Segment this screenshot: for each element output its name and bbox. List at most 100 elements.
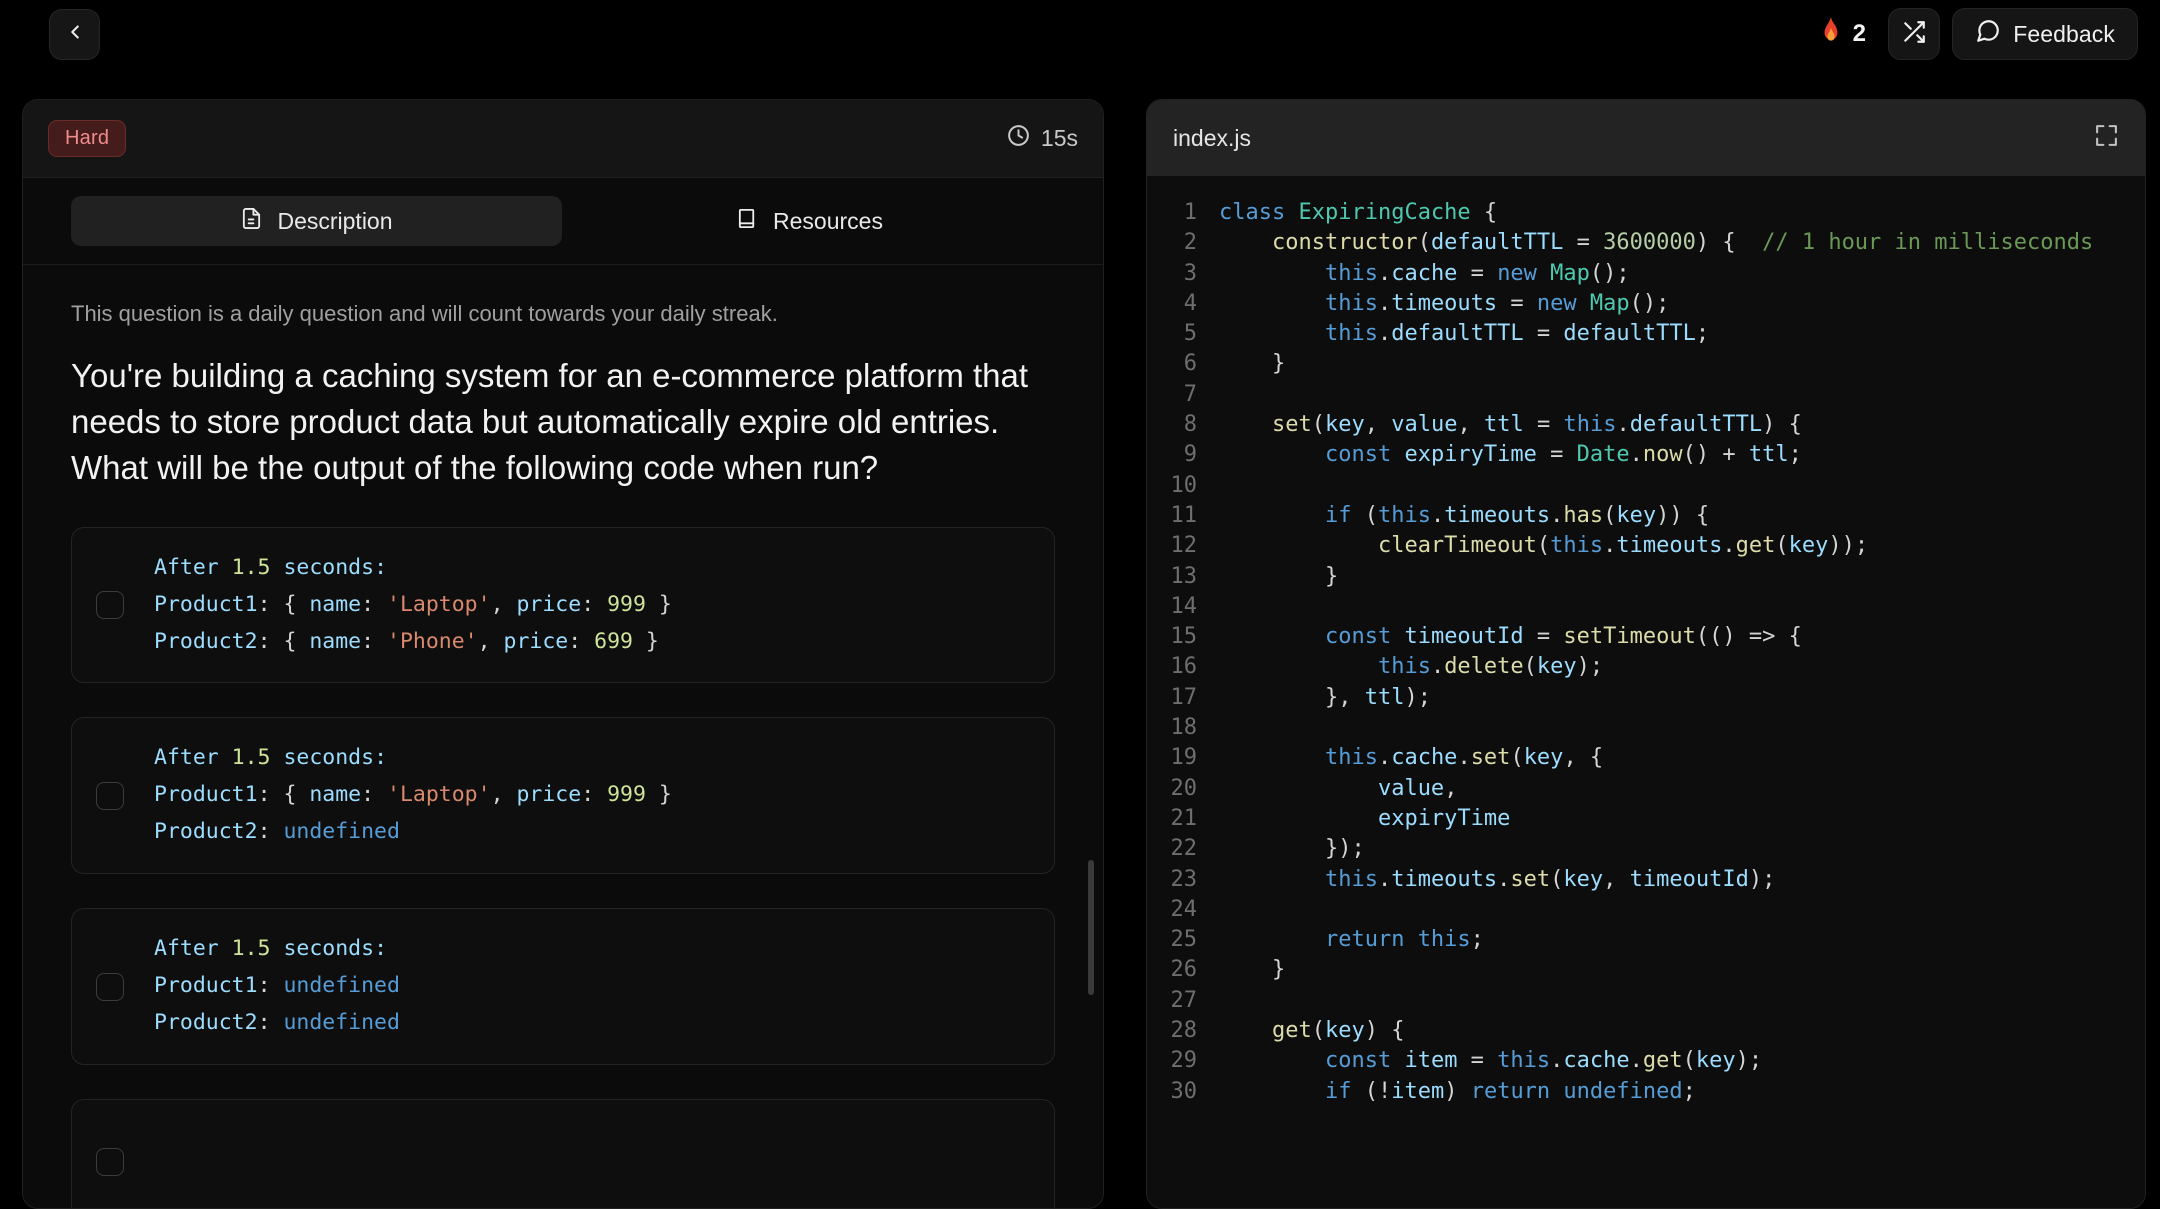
code-line-number: 2 bbox=[1183, 230, 1197, 256]
code-line-content: const item = this.cache.get(key); bbox=[1324, 1048, 1763, 1074]
code-line-number: 16 bbox=[1170, 654, 1198, 680]
code-line-number: 20 bbox=[1170, 775, 1198, 801]
code-line-number: 4 bbox=[1183, 290, 1197, 316]
code-line-content: } bbox=[1219, 351, 1286, 377]
code-line-number: 19 bbox=[1170, 745, 1198, 771]
question-panel: Hard 15s Description Resources This ques… bbox=[22, 99, 1104, 1209]
code-line-content: set(key, value, ttl = this.defaultTTL) { bbox=[1271, 412, 1802, 438]
book-icon bbox=[736, 207, 759, 236]
expand-icon[interactable] bbox=[2094, 123, 2119, 153]
code-line-content: const timeoutId = setTimeout(() => { bbox=[1324, 624, 1802, 650]
shuffle-button[interactable] bbox=[1888, 8, 1941, 60]
scrollbar-thumb[interactable] bbox=[1088, 860, 1094, 995]
top-bar: 2 Feedback bbox=[0, 0, 2160, 68]
feedback-button[interactable]: Feedback bbox=[1952, 8, 2138, 60]
question-tabs: Description Resources bbox=[23, 178, 1103, 264]
streak-indicator[interactable]: 2 bbox=[1808, 16, 1877, 52]
code-line: 26 } bbox=[1147, 955, 2145, 985]
code-line: 12 clearTimeout(this.timeouts.get(key)); bbox=[1147, 531, 2145, 561]
answer-option-checkbox[interactable] bbox=[96, 781, 124, 810]
answer-option[interactable]: After 1.5 seconds: Product1: { name: 'Lap… bbox=[71, 717, 1055, 875]
code-line: 20 value, bbox=[1147, 774, 2145, 804]
code-filename: index.js bbox=[1173, 124, 1251, 151]
answer-option[interactable] bbox=[71, 1099, 1055, 1208]
code-line-content: expiryTime bbox=[1377, 805, 1511, 831]
question-scrollbar[interactable] bbox=[1085, 100, 1097, 1208]
code-line: 30 if (!item) return undefined; bbox=[1147, 1077, 2145, 1107]
question-header: Hard 15s bbox=[23, 100, 1103, 178]
code-line-number: 5 bbox=[1183, 321, 1197, 347]
code-line-number: 6 bbox=[1183, 351, 1197, 377]
code-line-number: 10 bbox=[1170, 472, 1198, 498]
difficulty-badge: Hard bbox=[48, 120, 127, 157]
answer-option-checkbox[interactable] bbox=[96, 591, 124, 620]
code-line: 10 bbox=[1147, 471, 2145, 501]
code-line-content: value, bbox=[1377, 775, 1458, 801]
answer-option-checkbox[interactable] bbox=[96, 1147, 124, 1176]
code-line: 6 } bbox=[1147, 349, 2145, 379]
back-button[interactable] bbox=[49, 9, 100, 60]
answer-option[interactable]: After 1.5 seconds: Product1: { name: 'Lap… bbox=[71, 526, 1055, 684]
tab-description[interactable]: Description bbox=[71, 196, 562, 246]
code-line-content: this.timeouts.set(key, timeoutId); bbox=[1324, 866, 1776, 892]
code-line-number: 12 bbox=[1170, 533, 1198, 559]
code-line-number: 15 bbox=[1170, 624, 1198, 650]
code-line-content: }, ttl); bbox=[1219, 684, 1431, 710]
code-line-content: constructor(defaultTTL = 3600000) { // 1… bbox=[1271, 230, 2094, 256]
code-line-content bbox=[1219, 895, 1232, 925]
timer-value: 15s bbox=[1040, 125, 1078, 151]
code-line: 7 bbox=[1147, 380, 2145, 410]
code-line-number: 17 bbox=[1170, 684, 1198, 710]
code-line: 18 bbox=[1147, 713, 2145, 743]
code-line: 17 }, ttl); bbox=[1147, 683, 2145, 713]
top-bar-actions: 2 Feedback bbox=[1808, 0, 2138, 68]
code-line-content: class ExpiringCache { bbox=[1219, 200, 1498, 225]
answer-option-text: After 1.5 seconds: Product1: undefined Pro… bbox=[154, 936, 400, 1036]
code-line: 22 }); bbox=[1147, 834, 2145, 864]
question-body: This question is a daily question and wi… bbox=[23, 264, 1103, 1208]
code-line-content: if (!item) return undefined; bbox=[1324, 1078, 1696, 1104]
code-panel: index.js 1 class ExpiringCache { 2 constru… bbox=[1146, 99, 2146, 1209]
answer-option-checkbox[interactable] bbox=[96, 972, 124, 1001]
code-line-number: 11 bbox=[1170, 502, 1198, 528]
code-line-number: 9 bbox=[1183, 442, 1197, 468]
code-line: 9 const expiryTime = Date.now() + ttl; bbox=[1147, 440, 2145, 470]
document-icon bbox=[240, 207, 263, 236]
code-line: 14 bbox=[1147, 592, 2145, 622]
code-line: 11 if (this.timeouts.has(key)) { bbox=[1147, 501, 2145, 531]
code-line: 16 this.delete(key); bbox=[1147, 652, 2145, 682]
chat-bubble-icon bbox=[1975, 18, 2001, 50]
answer-options-list: After 1.5 seconds: Product1: { name: 'Lap… bbox=[71, 526, 1055, 1208]
code-line: 3 this.cache = new Map(); bbox=[1147, 259, 2145, 289]
code-line: 1 class ExpiringCache { bbox=[1147, 198, 2145, 228]
code-line-number: 13 bbox=[1170, 563, 1198, 589]
code-line-number: 22 bbox=[1170, 836, 1198, 862]
code-line-number: 24 bbox=[1170, 896, 1198, 922]
answer-option-text: After 1.5 seconds: Product1: { name: 'Lap… bbox=[154, 745, 672, 845]
timer: 15s bbox=[1006, 123, 1078, 154]
code-line-number: 21 bbox=[1170, 805, 1198, 831]
code-line-number: 1 bbox=[1183, 200, 1197, 225]
streak-count: 2 bbox=[1852, 20, 1867, 47]
code-editor[interactable]: 1 class ExpiringCache { 2 constructor(defa… bbox=[1147, 176, 2145, 1208]
code-line: 8 set(key, value, ttl = this.defaultTTL)… bbox=[1147, 410, 2145, 440]
code-line-number: 30 bbox=[1170, 1078, 1198, 1104]
code-line-content: this.cache.set(key, { bbox=[1324, 745, 1604, 771]
tab-resources[interactable]: Resources bbox=[564, 196, 1055, 246]
code-line: 25 return this; bbox=[1147, 925, 2145, 955]
code-line-content: if (this.timeouts.has(key)) { bbox=[1324, 502, 1710, 528]
answer-option-text: After 1.5 seconds: Product1: { name: 'Lap… bbox=[154, 554, 672, 654]
answer-option[interactable]: After 1.5 seconds: Product1: undefined Pro… bbox=[71, 908, 1055, 1066]
code-line-content bbox=[1219, 713, 1232, 743]
code-line-number: 25 bbox=[1170, 927, 1198, 953]
code-line-content bbox=[1219, 986, 1232, 1016]
code-line: 13 } bbox=[1147, 562, 2145, 592]
code-line-content: } bbox=[1219, 957, 1286, 983]
code-line: 4 this.timeouts = new Map(); bbox=[1147, 289, 2145, 319]
code-panel-header: index.js bbox=[1147, 100, 2145, 176]
tab-resources-label: Resources bbox=[773, 207, 883, 234]
code-line: 24 bbox=[1147, 895, 2145, 925]
code-line-content: return this; bbox=[1324, 927, 1484, 953]
code-line-number: 3 bbox=[1183, 260, 1197, 286]
clock-icon bbox=[1006, 123, 1031, 154]
